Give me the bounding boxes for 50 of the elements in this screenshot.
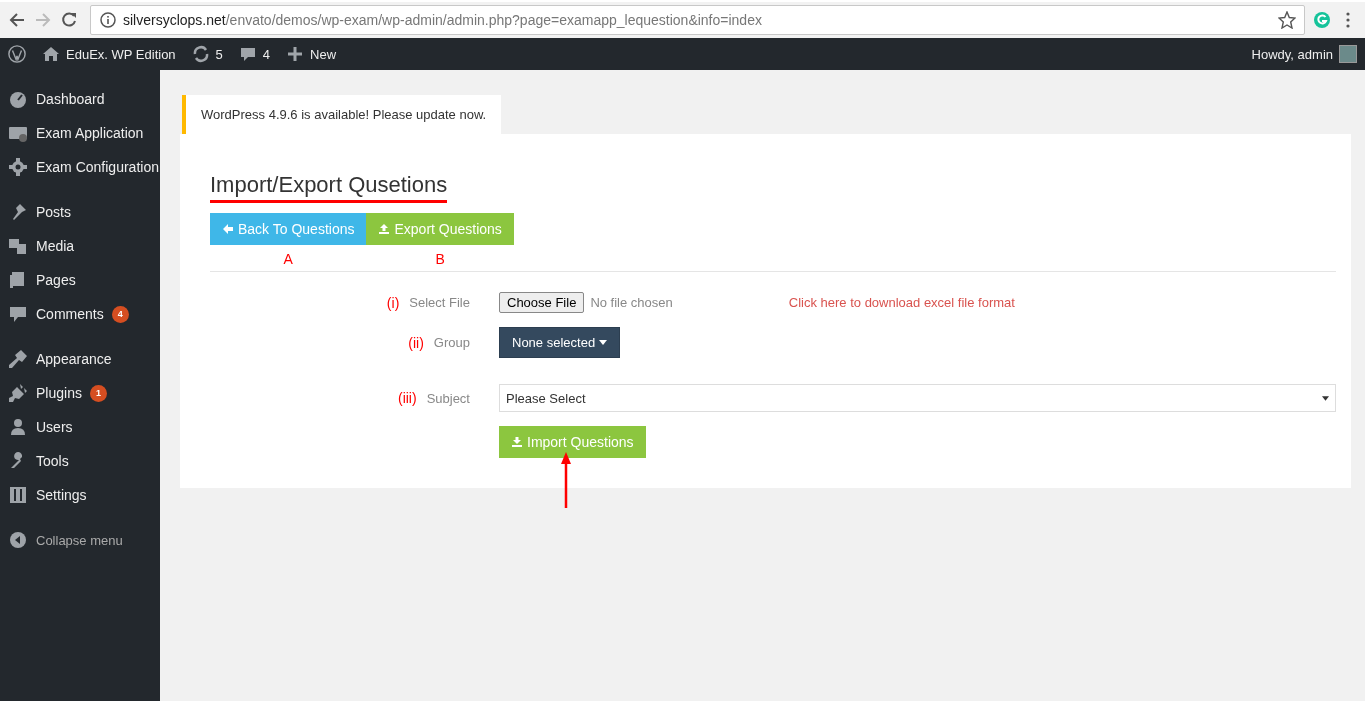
update-notice: WordPress 4.9.6 is available! Please update now. [182, 95, 502, 134]
wordpress-logo-icon[interactable] [8, 45, 26, 63]
subject-select[interactable]: Please Select [499, 384, 1336, 412]
caret-icon [599, 340, 608, 345]
download-link[interactable]: Click here to download excel file format [788, 295, 1015, 310]
sidebar-item[interactable]: Appearance [36, 351, 112, 367]
sidebar-item[interactable]: Posts [36, 204, 71, 220]
annotation-letter: A [283, 251, 293, 267]
field-label: Subject [426, 390, 470, 406]
file-status: No file chosen [590, 295, 673, 310]
annotation-letter: B [435, 251, 445, 267]
annotation-arrow [561, 452, 571, 508]
sidebar-item[interactable]: Media [36, 238, 75, 254]
greeting-link[interactable]: Howdy, admin [1251, 46, 1333, 62]
home-icon[interactable] [42, 45, 60, 63]
collapse-menu-link[interactable]: Collapse menu [36, 532, 123, 548]
address-bar[interactable]: silversyclops.net/envato/demos/wp-exam/wp-admin/admin.php?page=examapp_lequestion&info=index [90, 5, 1305, 35]
group-dropdown[interactable]: None selected [499, 327, 621, 358]
reload-icon[interactable] [60, 11, 78, 29]
updates-icon[interactable] [191, 45, 210, 63]
field-label: Group [433, 335, 470, 350]
annotation-marker: (ii) [408, 334, 424, 351]
sidebar-item[interactable]: Users [36, 419, 73, 435]
page-title: Import/Export Qusetions [210, 172, 448, 203]
sidebar-item[interactable]: Settings [36, 487, 87, 503]
caret-icon [1322, 395, 1329, 401]
left-arrow-icon [222, 223, 234, 235]
plus-icon[interactable] [286, 45, 305, 63]
upload-icon [378, 223, 391, 235]
collapse-icon[interactable] [8, 530, 28, 550]
back-arrow-icon[interactable] [8, 11, 26, 29]
comment-icon[interactable] [238, 45, 257, 63]
updates-count[interactable]: 5 [215, 46, 223, 62]
choose-file-button[interactable]: Choose File [499, 292, 585, 313]
comments-count[interactable]: 4 [262, 46, 271, 62]
count-badge: 1 [89, 384, 107, 402]
annotation-marker: (iii) [397, 390, 417, 406]
sidebar-item[interactable]: Dashboard [36, 91, 105, 107]
sidebar-item[interactable]: Exam Configuration [36, 159, 159, 175]
download-icon [511, 436, 523, 448]
count-badge: 4 [111, 305, 129, 323]
site-name-link[interactable]: EduEx. WP Edition [66, 46, 176, 62]
sidebar-item[interactable]: Exam Application [36, 125, 144, 141]
sidebar-item[interactable]: Comments [36, 306, 104, 322]
sidebar-item[interactable]: Pages [36, 272, 76, 288]
sidebar-item[interactable]: Tools [36, 453, 69, 469]
field-label: Select File [409, 295, 470, 310]
sidebar-item[interactable]: Plugins [36, 385, 82, 401]
new-link[interactable]: New [310, 46, 337, 62]
annotation-marker: (i) [386, 294, 400, 311]
